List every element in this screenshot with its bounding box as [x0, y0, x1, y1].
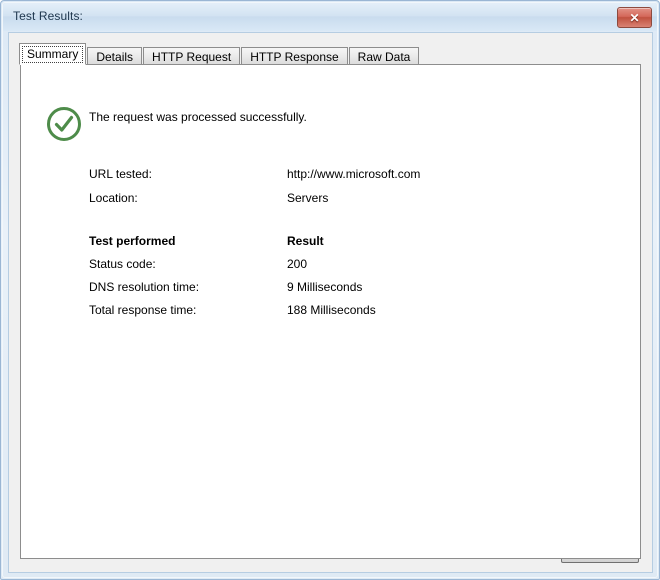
tab-http-request[interactable]: HTTP Request [143, 47, 241, 65]
dns-resolution-time-label: DNS resolution time: [89, 280, 200, 294]
results-header-label: Test performed [89, 234, 176, 248]
tab-http-response-label: HTTP Response [250, 50, 339, 64]
tab-details[interactable]: Details [87, 47, 143, 65]
tab-page-summary: The request was processed successfully. … [20, 64, 641, 559]
status-code-label: Status code: [89, 257, 156, 271]
total-response-time-label: Total response time: [89, 303, 197, 317]
window-title: Test Results: [13, 9, 83, 23]
tab-details-label: Details [96, 50, 134, 64]
status-code-value: 200 [287, 257, 308, 271]
titlebar-close-button[interactable]: ✕ [617, 7, 652, 28]
tab-http-request-label: HTTP Request [152, 50, 232, 64]
results-header-value: Result [287, 234, 324, 248]
tab-http-response[interactable]: HTTP Response [241, 47, 348, 65]
tab-raw-data-label: Raw Data [357, 50, 411, 64]
location-label: Location: [89, 191, 138, 205]
tab-strip: Summary Details HTTP Request HTTP Respon… [19, 43, 420, 65]
close-x-icon: ✕ [629, 10, 640, 25]
title-bar: Test Results: ✕ [3, 3, 657, 31]
status-message: The request was processed successfully. [89, 110, 307, 124]
tab-summary-label: Summary [27, 47, 79, 61]
url-tested-label: URL tested: [89, 167, 152, 181]
location-value: Servers [287, 191, 329, 205]
url-tested-value: http://www.microsoft.com [287, 167, 421, 181]
tab-summary[interactable]: Summary [19, 43, 87, 65]
tab-raw-data[interactable]: Raw Data [348, 47, 420, 65]
dns-resolution-time-value: 9 Milliseconds [287, 280, 363, 294]
dialog-client-area: Summary Details HTTP Request HTTP Respon… [8, 32, 653, 573]
total-response-time-value: 188 Milliseconds [287, 303, 376, 317]
success-check-circle-icon [46, 106, 82, 142]
dialog-window: Test Results: ✕ Summary Details HTTP Req… [0, 0, 660, 580]
